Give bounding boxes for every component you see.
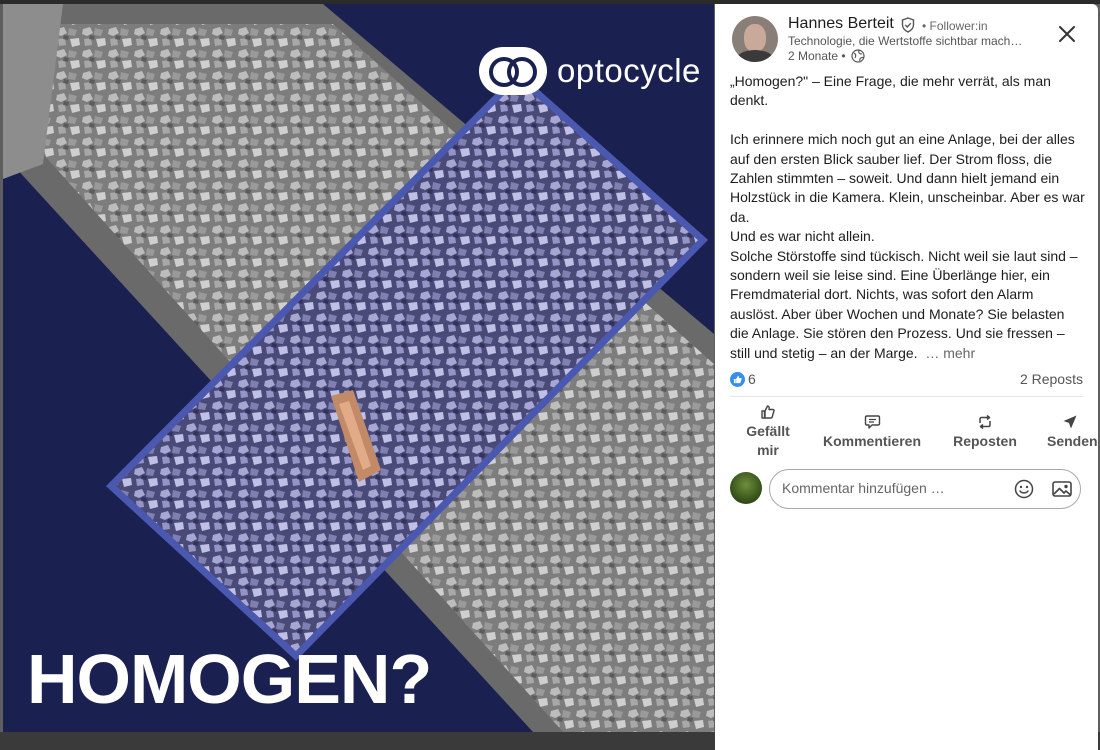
repost-button[interactable]: Reposten: [947, 400, 1023, 464]
image-upload-icon[interactable]: [1051, 478, 1073, 500]
post-text: „Homogen?" – Eine Frage, die mehr verrät…: [730, 72, 1085, 363]
post-paragraph-text: Solche Störstoffe sind tückisch. Nicht w…: [730, 247, 1078, 361]
send-label: Senden: [1047, 432, 1098, 449]
action-bar: Gefällt mir Kommentieren Reposten Senden: [715, 400, 1098, 464]
author-avatar[interactable]: [732, 16, 778, 62]
post-time-row: 2 Monate •: [788, 49, 865, 63]
like-button[interactable]: Gefällt mir: [737, 400, 799, 464]
optocycle-logo-icon: [479, 47, 547, 95]
post-image-graphic: [3, 4, 714, 732]
like-label: Gefällt mir: [746, 423, 790, 458]
follower-label: • Follower:in: [922, 19, 988, 33]
send-icon: [1063, 415, 1077, 428]
post-paragraph: „Homogen?" – Eine Frage, die mehr verrät…: [730, 73, 1051, 109]
post-image[interactable]: optocycle HOMOGEN?: [3, 4, 714, 732]
verified-icon: [901, 17, 915, 33]
thumbs-up-icon: [761, 405, 775, 419]
globe-icon: [850, 49, 865, 63]
close-button[interactable]: [1053, 20, 1081, 48]
optocycle-logo: optocycle: [479, 44, 701, 98]
social-counts: 6 2 Reposts: [730, 369, 1083, 389]
comment-button[interactable]: Kommentieren: [819, 400, 925, 464]
post-paragraph-last: Solche Störstoffe sind tückisch. Nicht w…: [730, 247, 1085, 363]
emoji-icon[interactable]: [1013, 478, 1035, 500]
post-paragraph: Ich erinnere mich noch gut an eine Anlag…: [730, 131, 1085, 225]
see-more-link[interactable]: … mehr: [925, 345, 975, 361]
author-headline: Technologie, die Wertstoffe sichtbar mac…: [788, 34, 1023, 48]
like-reaction-icon[interactable]: [730, 371, 745, 387]
post-time: 2 Monate •: [788, 49, 846, 63]
comment-box[interactable]: [769, 469, 1081, 509]
comment-label: Kommentieren: [822, 432, 922, 449]
post-detail-panel: Hannes Berteit • Follower:in Technologie…: [715, 4, 1098, 750]
comment-input[interactable]: [780, 479, 1004, 497]
image-headline: HOMOGEN?: [27, 640, 432, 718]
comment-icon: [864, 414, 880, 429]
author-name[interactable]: Hannes Berteit: [788, 15, 894, 33]
logo-text: optocycle: [557, 52, 701, 89]
close-icon: [1059, 26, 1075, 42]
current-user-avatar[interactable]: [730, 472, 762, 504]
reposts-count[interactable]: 2 Reposts: [1020, 371, 1083, 387]
post-paragraph: Und es war nicht allein.: [730, 228, 875, 245]
divider: [730, 396, 1083, 397]
repost-label: Reposten: [953, 432, 1017, 449]
reactions-count[interactable]: 6: [748, 371, 756, 387]
send-button[interactable]: Senden: [1047, 400, 1098, 464]
repost-icon: [979, 414, 991, 429]
